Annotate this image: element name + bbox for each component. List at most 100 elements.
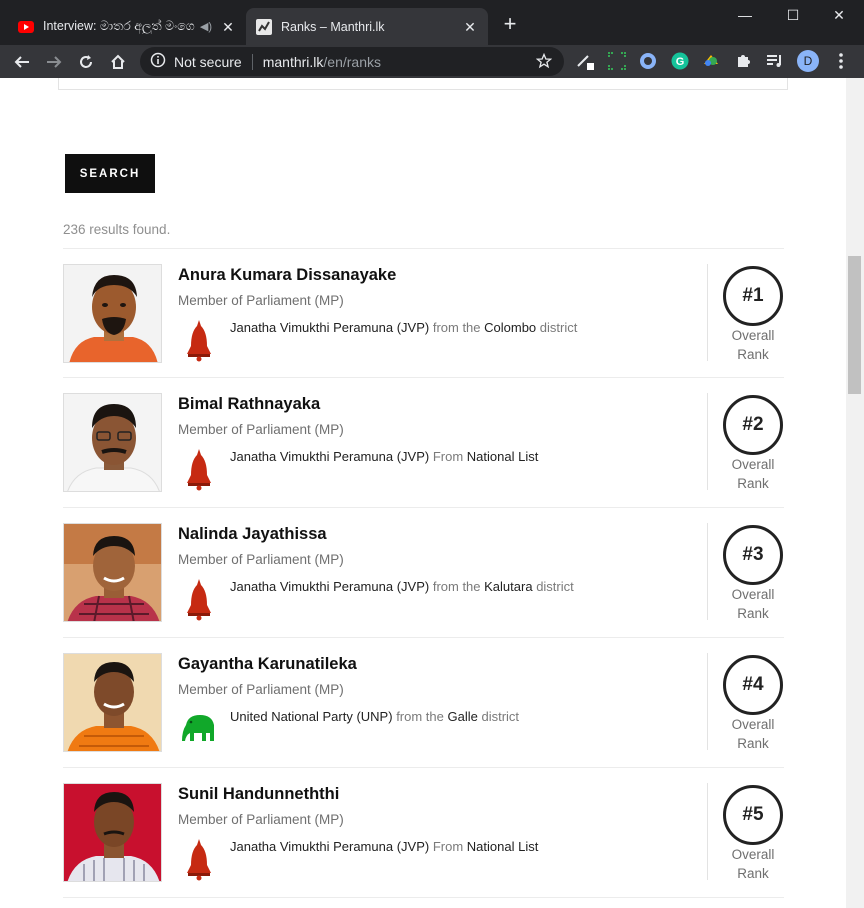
url-path: /en/ranks [323, 53, 381, 70]
rank-label-line2: Rank [737, 476, 769, 491]
rank-label: Overall Rank [723, 585, 783, 623]
card-divider [707, 653, 708, 750]
browser-toolbar: Not secure manthri.lk/en/ranks G D [0, 45, 864, 78]
district-name[interactable]: Colombo [484, 320, 536, 335]
home-icon [111, 54, 125, 69]
member-card-3[interactable]: Nalinda Jayathissa Member of Parliament … [63, 523, 784, 623]
member-name[interactable]: Sunil Handunneththi [178, 785, 339, 804]
card-divider [707, 264, 708, 361]
forward-button[interactable] [41, 49, 67, 75]
member-card-2[interactable]: Bimal Rathnayaka Member of Parliament (M… [63, 393, 784, 493]
member-party-line: United National Party (UNP) from the Gal… [230, 709, 519, 724]
arrow-right-icon [47, 56, 62, 68]
rank-badge: #5 [723, 785, 783, 845]
district-name[interactable]: Kalutara [484, 579, 532, 594]
card-divider [707, 783, 708, 880]
screenshot-extension-icon[interactable] [607, 51, 627, 71]
party-name[interactable]: Janatha Vimukthi Peramuna (JVP) [230, 320, 429, 335]
manthri-favicon [256, 18, 272, 35]
member-name[interactable]: Anura Kumara Dissanayake [178, 266, 396, 285]
rank-label: Overall Rank [723, 326, 783, 364]
security-label: Not secure [174, 53, 242, 70]
rank-label-line2: Rank [737, 736, 769, 751]
member-card-1[interactable]: Anura Kumara Dissanayake Member of Parli… [63, 264, 784, 364]
back-button[interactable] [9, 49, 35, 75]
svg-text:G: G [676, 56, 685, 68]
rank-label-line2: Rank [737, 866, 769, 881]
party-connector: from the [432, 320, 481, 335]
new-tab-button[interactable]: + [499, 13, 521, 35]
list-divider [63, 767, 784, 768]
district-name[interactable]: Galle [448, 709, 478, 724]
bell-icon [180, 447, 218, 491]
party-connector: from the [396, 709, 444, 724]
member-photo[interactable] [63, 264, 162, 363]
arrow-left-icon [14, 56, 29, 68]
close-tab-icon[interactable]: ✕ [220, 19, 236, 35]
rank-label-line2: Rank [737, 606, 769, 621]
menu-kebab-icon[interactable] [831, 51, 851, 71]
grammarly-icon[interactable]: G [670, 51, 690, 71]
party-name[interactable]: Janatha Vimukthi Peramuna (JVP) [230, 579, 429, 594]
pen-extension-icon[interactable] [575, 51, 595, 71]
member-role: Member of Parliament (MP) [178, 812, 344, 827]
rank-badge: #4 [723, 655, 783, 715]
party-connector: From [432, 839, 464, 854]
list-divider [63, 377, 784, 378]
bookmark-star-icon[interactable] [535, 52, 553, 72]
rank-label-line1: Overall [731, 717, 775, 732]
bell-icon [180, 577, 218, 621]
page-scrollbar[interactable] [846, 78, 864, 908]
address-bar[interactable]: Not secure manthri.lk/en/ranks [140, 47, 564, 76]
extensions-puzzle-icon[interactable] [733, 51, 753, 71]
maximize-window-button[interactable]: ☐ [770, 0, 816, 30]
member-role: Member of Parliament (MP) [178, 552, 344, 567]
minimize-window-button[interactable]: — [722, 0, 768, 30]
results-count: 236 results found. [63, 222, 171, 237]
omnibox-divider [251, 53, 253, 70]
tab-youtube-interview[interactable]: Interview: මාතර අලුත් මංගෙ ◀) ✕ [8, 8, 246, 45]
member-photo[interactable] [63, 783, 162, 882]
reload-button[interactable] [73, 49, 99, 75]
home-button[interactable] [105, 49, 131, 75]
list-divider [63, 897, 784, 898]
tab-ranks-manthri[interactable]: Ranks – Manthri.lk ✕ [246, 8, 488, 45]
bell-icon [180, 318, 218, 362]
rank-badge: #1 [723, 266, 783, 326]
profile-avatar[interactable]: D [797, 50, 819, 72]
party-name[interactable]: United National Party (UNP) [230, 709, 393, 724]
district-name[interactable]: National List [467, 449, 539, 464]
close-window-button[interactable]: ✕ [816, 0, 862, 30]
circle-extension-icon[interactable] [638, 51, 658, 71]
district-name[interactable]: National List [467, 839, 539, 854]
party-connector: From [432, 449, 464, 464]
reload-icon [80, 55, 92, 68]
rank-label: Overall Rank [723, 715, 783, 753]
member-name[interactable]: Bimal Rathnayaka [178, 395, 320, 414]
search-button[interactable]: SEARCH [65, 154, 155, 193]
audio-playing-icon[interactable]: ◀) [200, 20, 212, 33]
rank-label-line1: Overall [731, 457, 775, 472]
party-name[interactable]: Janatha Vimukthi Peramuna (JVP) [230, 449, 429, 464]
card-divider [707, 523, 708, 620]
media-queue-icon[interactable] [765, 51, 785, 71]
member-photo[interactable] [63, 393, 162, 492]
rank-label-line1: Overall [731, 328, 775, 343]
party-name[interactable]: Janatha Vimukthi Peramuna (JVP) [230, 839, 429, 854]
rank-label: Overall Rank [723, 845, 783, 883]
browser-tab-strip: Interview: මාතර අලුත් මංගෙ ◀) ✕ Ranks – … [0, 0, 864, 45]
close-tab-icon[interactable]: ✕ [462, 19, 478, 35]
info-icon[interactable] [150, 52, 166, 71]
page-viewport: SEARCH 236 results found. Anura Kumara D… [0, 78, 846, 908]
member-card-4[interactable]: Gayantha Karunatileka Member of Parliame… [63, 653, 784, 753]
member-name[interactable]: Nalinda Jayathissa [178, 525, 327, 544]
member-card-5[interactable]: Sunil Handunneththi Member of Parliament… [63, 783, 784, 883]
scrollbar-thumb[interactable] [848, 256, 861, 394]
tab-title: Ranks – Manthri.lk [281, 19, 385, 34]
member-photo[interactable] [63, 653, 162, 752]
colorful-extension-icon[interactable] [701, 51, 721, 71]
member-role: Member of Parliament (MP) [178, 293, 344, 308]
member-photo[interactable] [63, 523, 162, 622]
member-party-line: Janatha Vimukthi Peramuna (JVP) from the… [230, 320, 577, 335]
member-name[interactable]: Gayantha Karunatileka [178, 655, 357, 674]
